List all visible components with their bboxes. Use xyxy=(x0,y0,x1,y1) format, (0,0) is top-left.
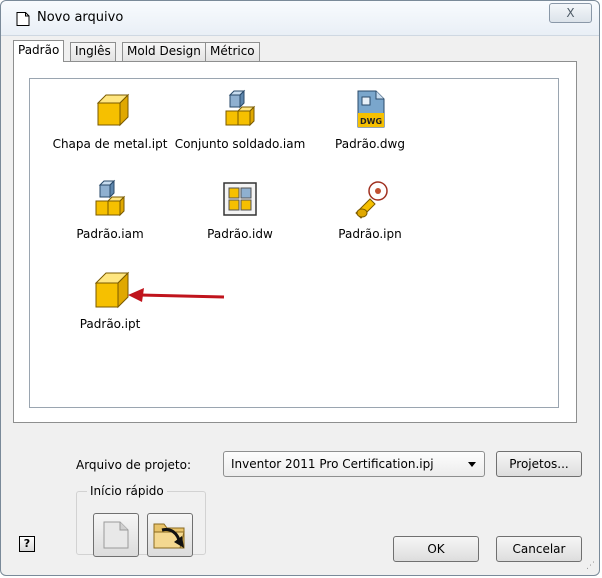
quick-launch-label: Início rápido xyxy=(87,484,167,498)
project-file-value: Inventor 2011 Pro Certification.ipj xyxy=(231,457,434,471)
chevron-down-icon xyxy=(468,462,476,467)
template-file-list: Chapa de metal.ipt Conjunto soldado.iam … xyxy=(29,78,559,408)
ok-button[interactable]: OK xyxy=(393,536,479,562)
file-item-padrao-iam[interactable]: Padrão.iam xyxy=(40,179,180,249)
file-item-padrao-idw[interactable]: Padrão.idw xyxy=(170,179,310,249)
dialog-title: Novo arquivo xyxy=(37,10,124,25)
presentation-icon xyxy=(350,179,390,219)
file-name: Padrão.idw xyxy=(207,227,273,241)
file-item-padrao-dwg[interactable]: DWG Padrão.dwg xyxy=(300,89,440,159)
new-blank-button[interactable] xyxy=(93,513,139,557)
title-bar: Novo arquivo X xyxy=(1,1,599,36)
file-name: Padrão.dwg xyxy=(335,137,405,151)
cancel-button[interactable]: Cancelar xyxy=(496,536,582,562)
projects-button[interactable]: Projetos... xyxy=(496,451,582,477)
dwg-drawing-icon: DWG xyxy=(350,89,390,129)
close-icon: X xyxy=(566,6,575,20)
tab-padrao[interactable]: Padrão xyxy=(13,40,65,62)
document-icon xyxy=(15,11,31,30)
resize-grip-icon[interactable]: ⋰ xyxy=(586,561,595,571)
project-file-label: Arquivo de projeto: xyxy=(76,458,191,472)
blank-document-icon xyxy=(103,521,129,549)
tab-metrico[interactable]: Métrico xyxy=(205,42,260,61)
sheet-metal-part-icon xyxy=(90,89,130,129)
annotation-arrow xyxy=(128,288,225,302)
file-name: Chapa de metal.ipt xyxy=(52,137,168,151)
assembly-icon xyxy=(90,179,130,219)
file-item-chapa-de-metal[interactable]: Chapa de metal.ipt xyxy=(40,89,180,159)
file-item-conjunto-soldado[interactable]: Conjunto soldado.iam xyxy=(170,89,310,159)
open-file-button[interactable] xyxy=(147,513,193,557)
file-name: Padrão.ipt xyxy=(79,317,141,331)
file-item-padrao-ipn[interactable]: Padrão.ipn xyxy=(300,179,440,249)
dwg-badge-text: DWG xyxy=(360,117,382,126)
weldment-assembly-icon xyxy=(220,89,260,129)
open-folder-arrow-icon xyxy=(153,523,185,549)
tab-mold-design[interactable]: Mold Design xyxy=(122,42,206,61)
file-name: Padrão.iam xyxy=(76,227,144,241)
close-button[interactable]: X xyxy=(549,3,592,23)
project-file-dropdown[interactable]: Inventor 2011 Pro Certification.ipj xyxy=(223,451,485,477)
part-icon xyxy=(90,269,130,309)
file-name: Conjunto soldado.iam xyxy=(174,137,306,151)
tab-ingles[interactable]: Inglês xyxy=(70,42,116,61)
idw-drawing-icon xyxy=(220,179,260,219)
file-name: Padrão.ipn xyxy=(338,227,402,241)
tab-panel: Chapa de metal.ipt Conjunto soldado.iam … xyxy=(13,61,577,423)
help-button[interactable]: ? xyxy=(19,536,35,552)
new-file-dialog: Novo arquivo X Padrão Inglês Mold Design… xyxy=(0,0,600,576)
